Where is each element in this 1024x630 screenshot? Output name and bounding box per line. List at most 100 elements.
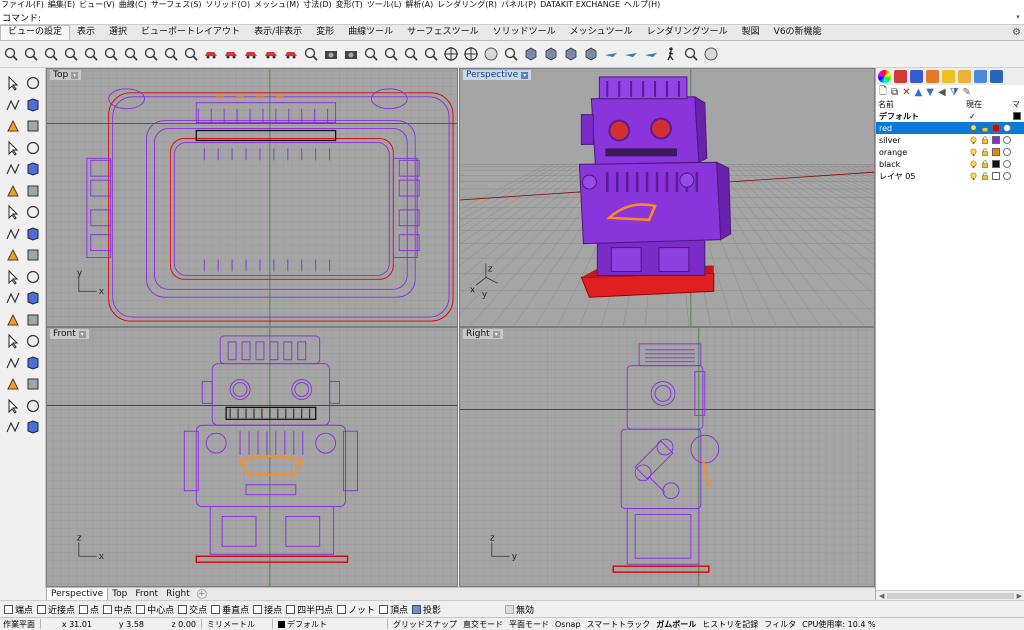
move-up-icon[interactable]: ▲ xyxy=(915,87,923,98)
osnap-option[interactable]: 中点 xyxy=(103,603,132,616)
osnap-option[interactable]: 点 xyxy=(79,603,99,616)
layer-row[interactable]: レイヤ 05 xyxy=(876,170,1024,182)
layer-row[interactable]: red xyxy=(876,122,1024,134)
menu-item[interactable]: パネル(P) xyxy=(500,0,539,10)
curve-icon[interactable] xyxy=(24,96,42,114)
checkbox[interactable] xyxy=(211,604,221,614)
scroll-thumb[interactable] xyxy=(887,592,1014,599)
chevron-down-icon[interactable]: ▾ xyxy=(521,71,529,79)
chevron-down-icon[interactable]: ▾ xyxy=(78,330,86,338)
status-planar[interactable]: 平面モード xyxy=(506,619,552,630)
osnap-option[interactable]: 頂点 xyxy=(378,603,408,616)
select-arrow-icon[interactable] xyxy=(4,74,22,92)
printer-icon[interactable] xyxy=(342,45,360,63)
zoom-selected-icon[interactable] xyxy=(102,45,120,63)
command-input[interactable] xyxy=(41,10,1012,24)
globe-icon[interactable] xyxy=(702,45,720,63)
trim-icon[interactable] xyxy=(4,268,22,286)
layer-row[interactable]: silver xyxy=(876,134,1024,146)
lights-icon[interactable] xyxy=(942,70,955,83)
viewport-label-perspective[interactable]: Perspective ▾ xyxy=(463,70,532,80)
checkbox[interactable] xyxy=(378,604,388,614)
cube-icon[interactable] xyxy=(542,45,560,63)
target-icon[interactable] xyxy=(442,45,460,63)
lock-icon[interactable] xyxy=(981,136,989,144)
ellipse-icon[interactable] xyxy=(4,139,22,157)
toolbar-tab[interactable]: 選択 xyxy=(102,26,134,40)
undo-view-icon[interactable] xyxy=(182,45,200,63)
paint-icon[interactable] xyxy=(926,70,939,83)
checkbox[interactable] xyxy=(136,604,146,614)
layer-row[interactable]: orange xyxy=(876,146,1024,158)
viewport-tab[interactable]: Perspective xyxy=(46,587,109,601)
plane-icon[interactable] xyxy=(602,45,620,63)
checkbox[interactable] xyxy=(505,604,514,614)
plane-icon[interactable] xyxy=(622,45,640,63)
toolbar-tab[interactable]: ソリッドツール xyxy=(486,26,563,40)
status-units[interactable]: ミリメートル xyxy=(204,619,270,630)
osnap-option[interactable]: 四半円点 xyxy=(286,603,333,616)
menu-item[interactable]: 寸法(D) xyxy=(302,0,334,10)
walk-icon[interactable] xyxy=(662,45,680,63)
select-icon[interactable] xyxy=(2,45,20,63)
layer-color-swatch[interactable] xyxy=(992,136,1000,144)
status-smarttrack[interactable]: スマートトラック xyxy=(584,619,654,630)
lightbulb-icon[interactable] xyxy=(969,172,978,181)
menu-item[interactable]: ファイル(F) xyxy=(0,0,47,10)
checkbox[interactable] xyxy=(411,604,421,614)
viewport-tab[interactable]: Front xyxy=(131,588,162,600)
light-icon[interactable] xyxy=(682,45,700,63)
lock-icon[interactable] xyxy=(981,160,989,168)
chevron-down-icon[interactable]: ▾ xyxy=(71,71,79,79)
sphere-icon[interactable] xyxy=(482,45,500,63)
lightbulb-icon[interactable] xyxy=(969,124,978,133)
lock-icon[interactable] xyxy=(981,148,989,156)
toolbar-tab[interactable]: 表示/非表示 xyxy=(247,26,309,40)
red-car-icon[interactable] xyxy=(262,45,280,63)
analyze-icon[interactable] xyxy=(4,418,22,436)
menu-item[interactable]: 解析(A) xyxy=(404,0,436,10)
viewport-label-top[interactable]: Top ▾ xyxy=(50,70,82,80)
check-icon[interactable] xyxy=(24,397,42,415)
polyline-icon[interactable] xyxy=(4,96,22,114)
material-icon[interactable] xyxy=(1003,148,1011,156)
osnap-option[interactable]: 中心点 xyxy=(136,603,174,616)
toolbar-tab[interactable]: 変形 xyxy=(309,26,341,40)
color-wheel-icon[interactable] xyxy=(878,70,891,83)
status-ortho[interactable]: 直交モード xyxy=(460,619,506,630)
mesh-icon[interactable] xyxy=(4,246,22,264)
pan-icon[interactable] xyxy=(22,45,40,63)
polygon-icon[interactable] xyxy=(24,139,42,157)
panel-h-scrollbar[interactable]: ◀ ▶ xyxy=(876,590,1024,600)
osnap-option[interactable]: 近接点 xyxy=(37,603,75,616)
menu-item[interactable]: レンダリング(R) xyxy=(436,0,500,10)
menu-item[interactable]: ツール(L) xyxy=(366,0,405,10)
material-icon[interactable] xyxy=(1003,160,1011,168)
red-car-icon[interactable] xyxy=(202,45,220,63)
viewport-perspective[interactable]: z yx Perspective ▾ xyxy=(459,68,875,327)
toolbar-tab[interactable]: レンダリングツール xyxy=(640,26,735,40)
toolbar-tab[interactable]: ビューポートレイアウト xyxy=(134,26,247,40)
menu-item[interactable]: サーフェス(S) xyxy=(150,0,205,10)
cube-icon[interactable] xyxy=(522,45,540,63)
grid-icon[interactable] xyxy=(402,45,420,63)
filter-icon[interactable]: ⧩ xyxy=(950,87,959,98)
rotate-view-icon[interactable] xyxy=(122,45,140,63)
circle-icon[interactable] xyxy=(4,117,22,135)
grid-icon[interactable] xyxy=(4,375,22,393)
viewport-label-front[interactable]: Front ▾ xyxy=(50,329,89,339)
material-icon[interactable] xyxy=(1003,136,1011,144)
fillet-icon[interactable] xyxy=(24,160,42,178)
split-icon[interactable] xyxy=(24,268,42,286)
lightbulb-icon[interactable] xyxy=(969,148,978,157)
layer-color-swatch[interactable] xyxy=(1013,112,1021,120)
tools-icon[interactable]: ✎ xyxy=(963,87,971,98)
layer-row[interactable]: black xyxy=(876,158,1024,170)
delete-layer-icon[interactable]: ✕ xyxy=(902,87,910,98)
status-layer[interactable]: デフォルト xyxy=(275,619,385,630)
text-icon[interactable] xyxy=(4,354,22,372)
osnap-option[interactable]: 接点 xyxy=(253,603,282,616)
status-history[interactable]: ヒストリを記録 xyxy=(699,619,761,630)
osnap-option[interactable]: 無効 xyxy=(505,603,534,616)
scroll-left-icon[interactable]: ◀ xyxy=(879,592,884,600)
